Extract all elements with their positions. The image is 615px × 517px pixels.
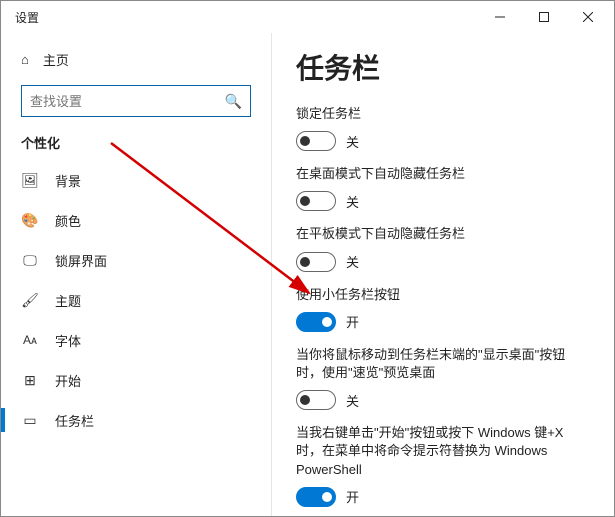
setting-small-taskbar-buttons: 使用小任务栏按钮 开	[296, 286, 590, 332]
toggle-state: 关	[346, 192, 359, 211]
setting-lock-taskbar: 锁定任务栏 关	[296, 105, 590, 151]
theme-icon: 🖌	[21, 292, 39, 309]
toggle-state: 开	[346, 312, 359, 331]
sidebar-item-fonts[interactable]: Aᴀ 字体	[1, 320, 271, 360]
taskbar-icon: ▭	[21, 412, 39, 429]
setting-label: 在桌面模式下自动隐藏任务栏	[296, 165, 590, 183]
setting-label: 在平板模式下自动隐藏任务栏	[296, 225, 590, 243]
toggle-autohide-tablet[interactable]	[296, 252, 336, 272]
search-box[interactable]: 🔍	[21, 85, 251, 117]
page-title: 任务栏	[296, 47, 590, 87]
sidebar-item-themes[interactable]: 🖌 主题	[1, 280, 271, 320]
sidebar-item-label: 背景	[55, 171, 81, 190]
sidebar-item-background[interactable]: 🖼 背景	[1, 160, 271, 200]
sidebar-item-taskbar[interactable]: ▭ 任务栏	[1, 400, 271, 440]
setting-label: 使用小任务栏按钮	[296, 286, 590, 304]
toggle-state: 关	[346, 252, 359, 271]
sidebar-item-start[interactable]: ⊞ 开始	[1, 360, 271, 400]
window-title: 设置	[15, 9, 39, 26]
main-panel: 任务栏 锁定任务栏 关 在桌面模式下自动隐藏任务栏 关	[271, 33, 614, 516]
sidebar-item-label: 开始	[55, 371, 81, 390]
maximize-button[interactable]	[522, 3, 566, 31]
lockscreen-icon: 🖵	[21, 252, 39, 269]
setting-powershell-replace: 当我右键单击"开始"按钮或按下 Windows 键+X 时，在菜单中将命令提示符…	[296, 424, 590, 507]
window-controls	[478, 3, 610, 31]
setting-peek-desktop: 当你将鼠标移动到任务栏末端的"显示桌面"按钮时，使用"速览"预览桌面 关	[296, 346, 590, 410]
sidebar: ⌂ 主页 🔍 个性化 🖼 背景 🎨 颜色	[1, 33, 271, 516]
home-nav[interactable]: ⌂ 主页	[1, 41, 271, 77]
sidebar-item-label: 主题	[55, 291, 81, 310]
sidebar-item-label: 任务栏	[55, 411, 94, 430]
palette-icon: 🎨	[21, 212, 39, 229]
start-icon: ⊞	[21, 372, 39, 389]
sidebar-item-label: 颜色	[55, 211, 81, 230]
setting-autohide-desktop: 在桌面模式下自动隐藏任务栏 关	[296, 165, 590, 211]
toggle-powershell-replace[interactable]	[296, 487, 336, 507]
sidebar-item-label: 锁屏界面	[55, 251, 107, 270]
minimize-button[interactable]	[478, 3, 522, 31]
home-label: 主页	[43, 50, 69, 69]
setting-autohide-tablet: 在平板模式下自动隐藏任务栏 关	[296, 225, 590, 271]
toggle-autohide-desktop[interactable]	[296, 191, 336, 211]
setting-label: 锁定任务栏	[296, 105, 590, 123]
search-icon: 🔍	[225, 93, 242, 110]
titlebar: 设置	[1, 1, 614, 33]
picture-icon: 🖼	[21, 172, 39, 189]
settings-window: 设置 ⌂ 主页 🔍 个性化 🖼 背景	[0, 0, 615, 517]
home-icon: ⌂	[21, 52, 29, 67]
setting-label: 当我右键单击"开始"按钮或按下 Windows 键+X 时，在菜单中将命令提示符…	[296, 424, 590, 479]
toggle-state: 开	[346, 487, 359, 506]
close-button[interactable]	[566, 3, 610, 31]
section-label: 个性化	[1, 129, 271, 160]
setting-label: 当你将鼠标移动到任务栏末端的"显示桌面"按钮时，使用"速览"预览桌面	[296, 346, 590, 382]
toggle-peek-desktop[interactable]	[296, 390, 336, 410]
toggle-state: 关	[346, 132, 359, 151]
sidebar-item-label: 字体	[55, 331, 81, 350]
sidebar-item-colors[interactable]: 🎨 颜色	[1, 200, 271, 240]
toggle-lock-taskbar[interactable]	[296, 131, 336, 151]
toggle-small-taskbar-buttons[interactable]	[296, 312, 336, 332]
search-input[interactable]	[30, 94, 225, 109]
sidebar-item-lockscreen[interactable]: 🖵 锁屏界面	[1, 240, 271, 280]
toggle-state: 关	[346, 391, 359, 410]
font-icon: Aᴀ	[21, 333, 39, 347]
